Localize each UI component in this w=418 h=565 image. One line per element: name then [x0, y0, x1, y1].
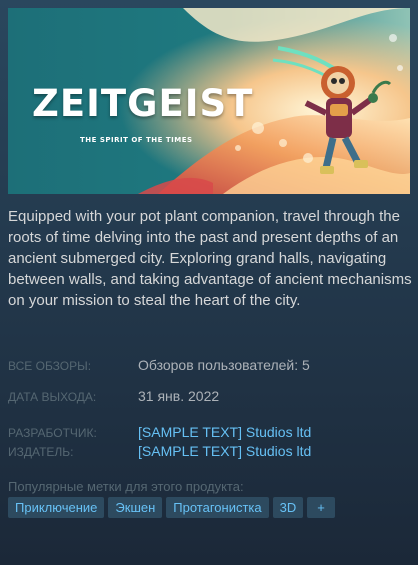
tag-3d[interactable]: 3D — [272, 497, 304, 518]
tag-action[interactable]: Экшен — [108, 497, 163, 518]
tags-list: Приключение Экшен Протагонистка 3D + — [8, 497, 335, 518]
release-date-label: ДАТА ВЫХОДА: — [8, 390, 97, 404]
tag-female-protagonist[interactable]: Протагонистка — [166, 497, 269, 518]
publisher-link[interactable]: [SAMPLE TEXT] Studios ltd — [138, 443, 311, 459]
developer-label: РАЗРАБОТЧИК: — [8, 426, 97, 440]
developer-link[interactable]: [SAMPLE TEXT] Studios ltd — [138, 424, 311, 440]
game-subtitle: THE SPIRIT OF THE TIMES — [80, 136, 193, 144]
game-info-panel: ZEITGEIST THE SPIRIT OF THE TIMES Equipp… — [0, 0, 418, 565]
game-title: ZEITGEIST — [32, 82, 254, 125]
release-date-value: 31 янв. 2022 — [138, 388, 220, 404]
reviews-label: ВСЕ ОБЗОРЫ: — [8, 359, 92, 373]
developer-value-wrapper: [SAMPLE TEXT] Studios ltd — [138, 424, 311, 440]
game-header-image[interactable]: ZEITGEIST THE SPIRIT OF THE TIMES — [8, 8, 410, 194]
publisher-value-wrapper: [SAMPLE TEXT] Studios ltd — [138, 443, 311, 459]
popular-tags-label: Популярные метки для этого продукта: — [8, 479, 244, 494]
tag-adventure[interactable]: Приключение — [8, 497, 105, 518]
add-tag-button[interactable]: + — [307, 497, 335, 518]
publisher-label: ИЗДАТЕЛЬ: — [8, 445, 74, 459]
game-description: Equipped with your pot plant companion, … — [8, 208, 412, 309]
reviews-value: Обзоров пользователей: 5 — [138, 357, 310, 373]
